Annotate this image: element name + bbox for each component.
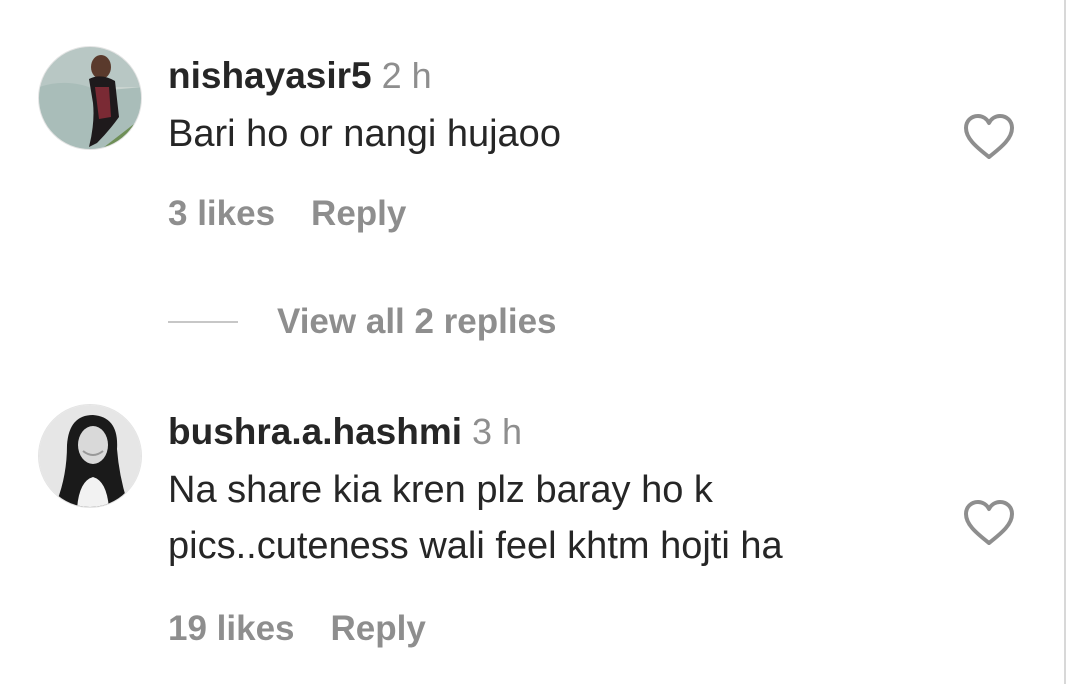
comment-item: nishayasir5 2 h Bari ho or nangi hujaoo 3… (0, 0, 1060, 260)
comment-header: bushra.a.hashmi 3 h (168, 410, 522, 454)
comment-text-line: Bari ho or nangi hujaoo (168, 113, 561, 155)
like-heart-icon[interactable] (962, 112, 1016, 162)
replies-divider (168, 321, 238, 323)
comment-text: Bari ho or nangi hujaoo (168, 106, 928, 162)
comment-item: bushra.a.hashmi 3 h Na share kia kren plz… (0, 390, 1060, 684)
likes-count[interactable]: 19 likes (168, 607, 295, 651)
timestamp: 2 h (381, 55, 432, 96)
reply-button[interactable]: Reply (331, 607, 426, 651)
comment-text: Na share kia kren plz baray ho k pics..c… (168, 462, 928, 574)
reply-button[interactable]: Reply (311, 192, 406, 236)
likes-count[interactable]: 3 likes (168, 192, 275, 236)
comment-header: nishayasir5 2 h (168, 54, 432, 98)
avatar[interactable] (38, 404, 142, 508)
avatar[interactable] (38, 46, 142, 150)
timestamp: 3 h (472, 411, 523, 452)
comment-actions: 3 likes Reply (168, 192, 406, 236)
comment-text-line: pics..cuteness wali feel khtm hojti ha (168, 525, 783, 567)
scrollbar-edge (1064, 0, 1066, 684)
comments-page: nishayasir5 2 h Bari ho or nangi hujaoo 3… (0, 0, 1080, 684)
view-replies-label: View all 2 replies (277, 302, 557, 341)
username[interactable]: bushra.a.hashmi (168, 411, 462, 452)
username[interactable]: nishayasir5 (168, 55, 372, 96)
comment-actions: 19 likes Reply (168, 607, 426, 651)
comment-text-line: Na share kia kren plz baray ho k (168, 469, 713, 511)
like-heart-icon[interactable] (962, 498, 1016, 548)
